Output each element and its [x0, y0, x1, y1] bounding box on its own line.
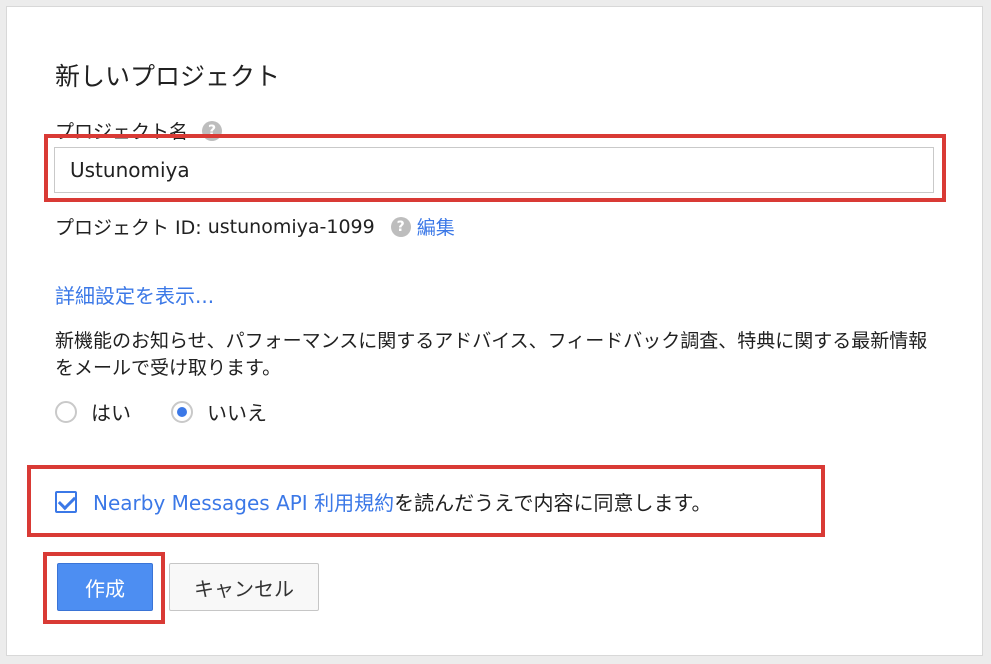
- help-icon[interactable]: ?: [390, 216, 411, 237]
- new-project-dialog: 新しいプロジェクト プロジェクト名 ? プロジェクト ID: ustunomiy…: [6, 6, 983, 656]
- tos-checkbox[interactable]: [55, 490, 77, 513]
- tos-text: を読んだうえで内容に同意します。: [394, 491, 712, 515]
- project-name-input[interactable]: [54, 147, 934, 193]
- radio-no-label[interactable]: いいえ: [207, 397, 267, 426]
- radio-no[interactable]: [171, 400, 193, 423]
- dialog-title: 新しいプロジェクト: [55, 62, 281, 91]
- project-id-label: プロジェクト ID:: [55, 217, 202, 239]
- email-optin-text: 新機能のお知らせ、パフォーマンスに関するアドバイス、フィードバック調査、特典に関…: [55, 330, 928, 379]
- project-id-value: ustunomiya-1099: [207, 215, 375, 238]
- tos-agreement-row: Nearby Messages API 利用規約 を読んだうえで内容に同意します…: [55, 487, 711, 516]
- radio-yes[interactable]: [55, 400, 77, 423]
- show-advanced-settings-link[interactable]: 詳細設定を表示...: [55, 280, 214, 309]
- create-button[interactable]: 作成: [57, 563, 153, 611]
- radio-yes-label[interactable]: はい: [91, 397, 131, 426]
- email-optin-radio-group: はい いいえ: [55, 397, 307, 426]
- cancel-button[interactable]: キャンセル: [169, 563, 319, 611]
- tos-link[interactable]: Nearby Messages API 利用規約: [93, 487, 394, 516]
- project-id-row: プロジェクト ID: ustunomiya-1099 ? 編集: [55, 213, 455, 240]
- edit-project-id-link[interactable]: 編集: [417, 213, 455, 240]
